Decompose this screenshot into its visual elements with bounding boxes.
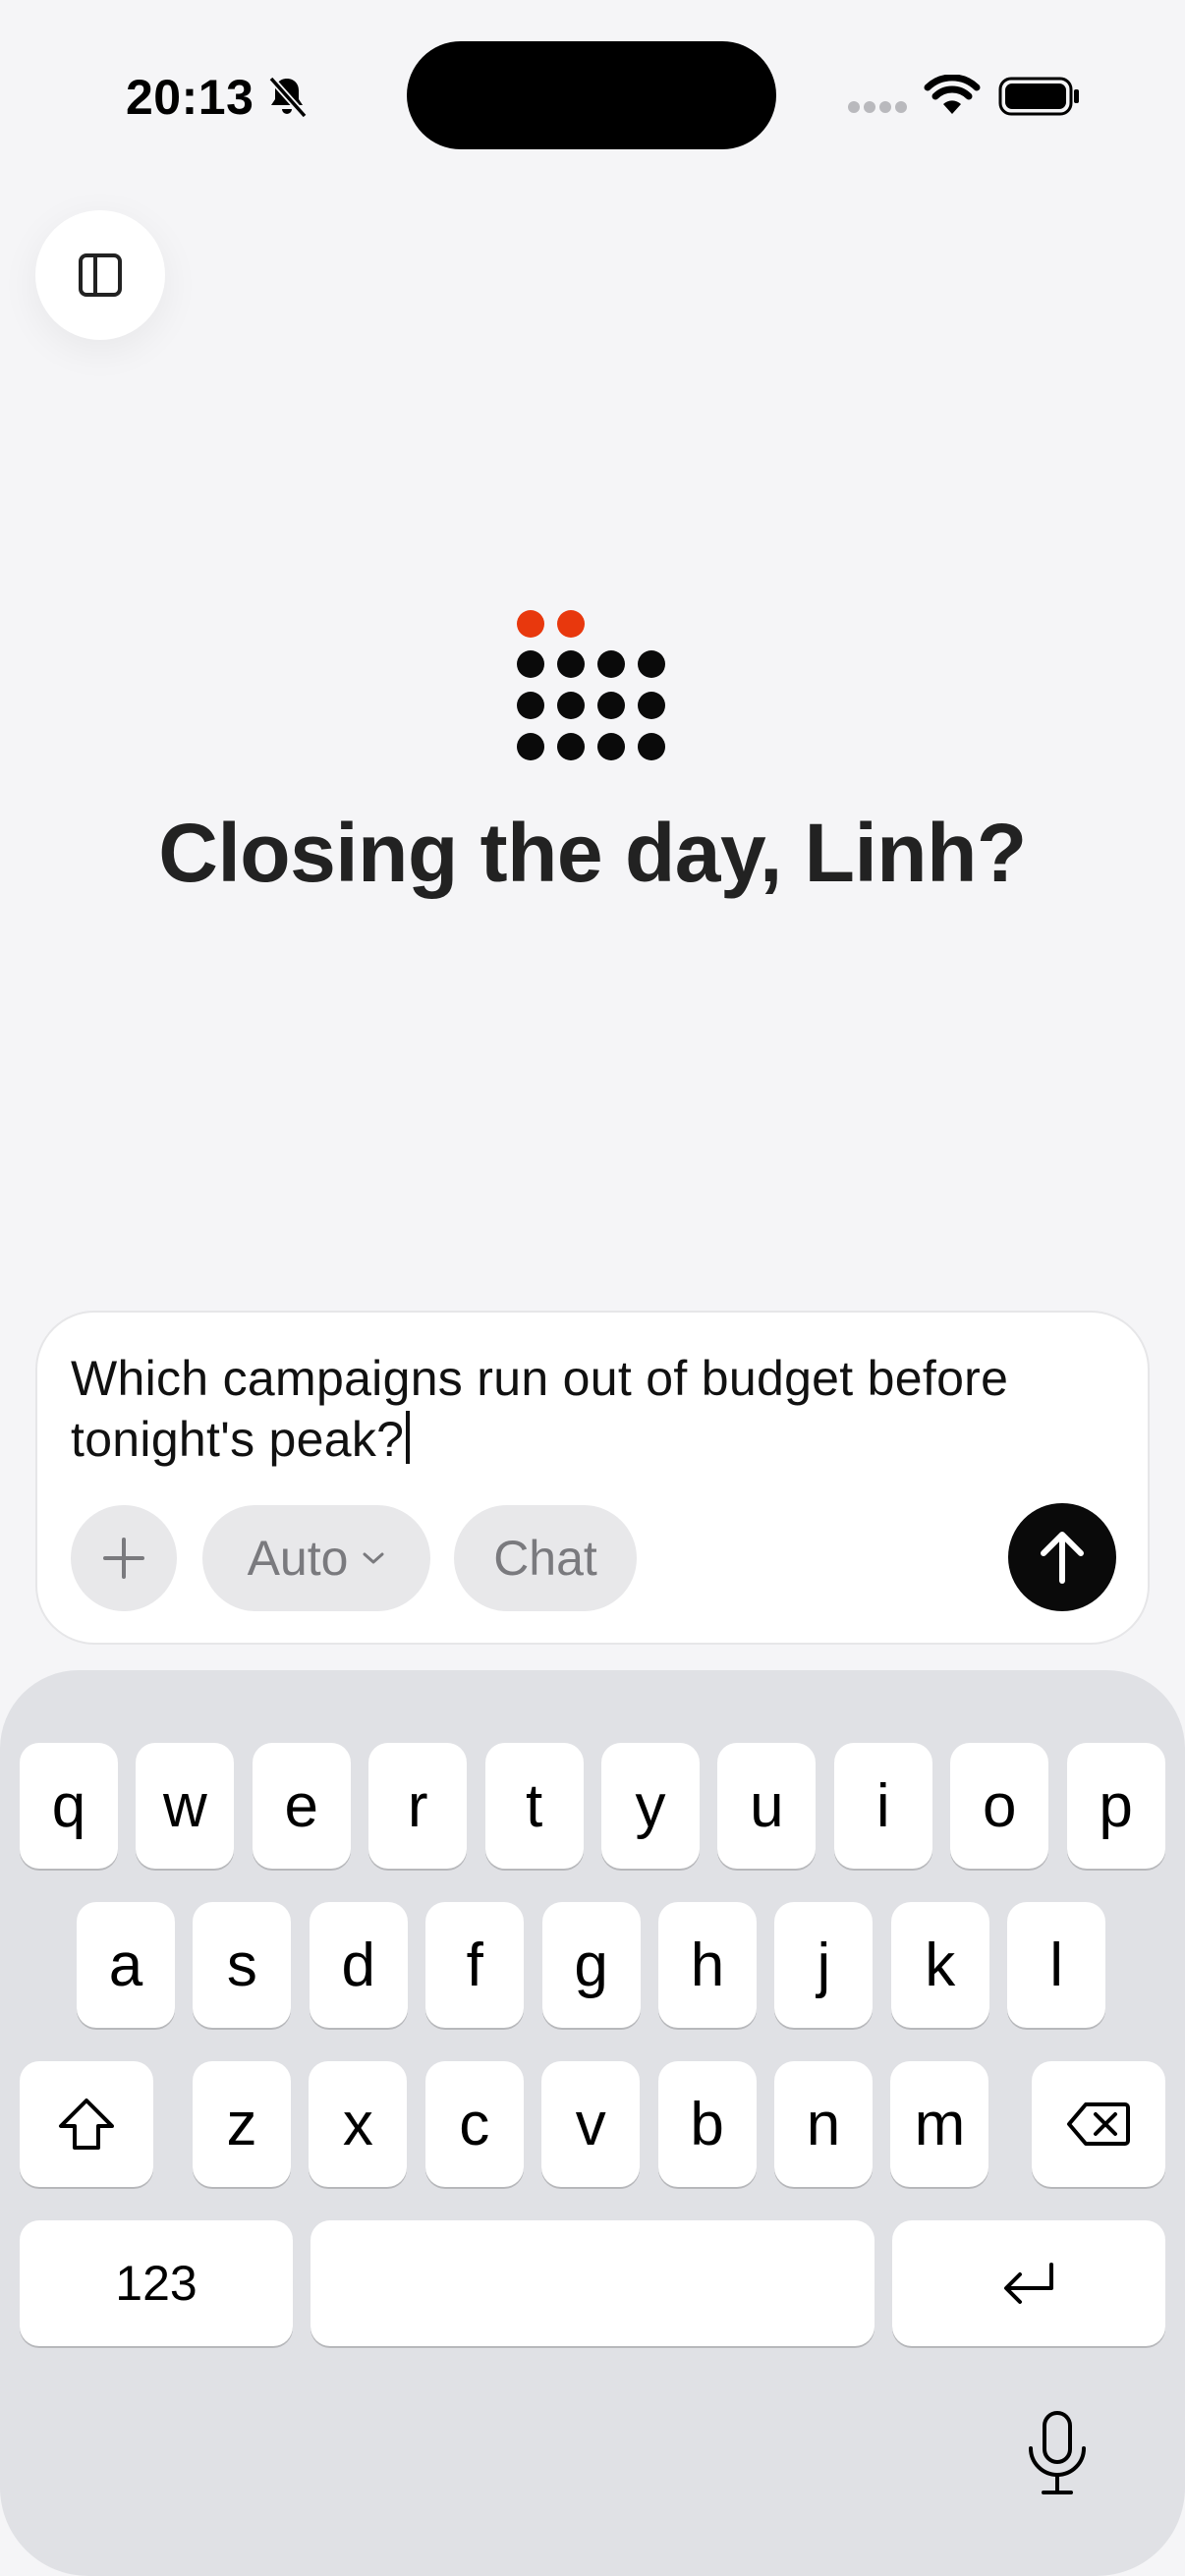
key-label: n [806, 2090, 841, 2158]
space-key[interactable] [310, 2220, 875, 2346]
key-l[interactable]: l [1007, 1902, 1106, 2028]
key-o[interactable]: o [950, 1743, 1049, 1869]
on-screen-keyboard: q w e r t y u i o p a s d f g h j k l z x c v b n m 123 [0, 1670, 1185, 2576]
sidebar-toggle-button[interactable] [35, 210, 165, 340]
greeting-title: Closing the day, Linh? [158, 807, 1027, 899]
arrow-up-icon [1041, 1532, 1084, 1584]
key-label: a [108, 1931, 143, 1999]
key-k[interactable]: k [890, 1902, 989, 2028]
key-x[interactable]: x [309, 2061, 408, 2187]
key-u[interactable]: u [717, 1743, 817, 1869]
bell-slash-icon [268, 76, 308, 119]
message-input-line-1: Which campaigns run out of budget before [71, 1351, 1009, 1406]
key-label: f [466, 1931, 483, 1999]
key-label: q [51, 1771, 86, 1840]
key-label: h [690, 1931, 725, 1999]
key-d[interactable]: d [309, 1902, 408, 2028]
key-label: d [341, 1931, 376, 1999]
key-w[interactable]: w [136, 1743, 235, 1869]
key-t[interactable]: t [484, 1743, 584, 1869]
shift-key[interactable] [20, 2061, 153, 2187]
wifi-icon [924, 75, 981, 114]
key-label: z [226, 2090, 257, 2158]
key-b[interactable]: b [657, 2061, 757, 2187]
key-q[interactable]: q [20, 1743, 118, 1869]
key-label: j [817, 1931, 831, 1999]
key-label: e [284, 1771, 319, 1840]
key-label: i [875, 1771, 890, 1840]
battery-icon [998, 77, 1079, 116]
key-j[interactable]: j [774, 1902, 874, 2028]
plus-icon [103, 1538, 144, 1579]
numbers-key[interactable]: 123 [20, 2220, 293, 2346]
key-label: u [750, 1771, 784, 1840]
key-label: v [575, 2090, 606, 2158]
add-attachment-button[interactable] [71, 1505, 177, 1611]
key-m[interactable]: m [890, 2061, 989, 2187]
delete-key[interactable] [1032, 2061, 1165, 2187]
key-label: t [525, 1771, 543, 1840]
key-label: y [635, 1771, 666, 1840]
key-label: r [407, 1771, 428, 1840]
key-label: w [163, 1771, 207, 1840]
key-p[interactable]: p [1066, 1743, 1165, 1869]
key-e[interactable]: e [252, 1743, 351, 1869]
key-z[interactable]: z [193, 2061, 291, 2187]
shift-icon [59, 2099, 114, 2150]
model-selector-label: Auto [247, 1531, 349, 1586]
return-key[interactable] [892, 2220, 1165, 2346]
key-label: b [690, 2090, 724, 2158]
key-label: m [914, 2090, 966, 2158]
key-label: x [342, 2090, 373, 2158]
key-g[interactable]: g [541, 1902, 641, 2028]
key-c[interactable]: c [424, 2061, 524, 2187]
microphone-icon[interactable] [1022, 2409, 1093, 2497]
return-icon [1004, 2263, 1053, 2304]
key-y[interactable]: y [601, 1743, 700, 1869]
key-i[interactable]: i [833, 1743, 932, 1869]
status-time: 20:13 [126, 70, 254, 125]
key-v[interactable]: v [541, 2061, 641, 2187]
key-label: p [1099, 1771, 1133, 1840]
key-r[interactable]: r [368, 1743, 468, 1869]
key-a[interactable]: a [77, 1902, 175, 2028]
key-h[interactable]: h [658, 1902, 757, 2028]
message-composer[interactable]: Which campaigns run out of budget before… [35, 1311, 1150, 1645]
message-input[interactable]: Which campaigns run out of budget before… [71, 1348, 1122, 1470]
mode-chat-button[interactable]: Chat [454, 1505, 637, 1611]
dynamic-island [407, 41, 776, 149]
signal-icon [848, 101, 907, 113]
key-f[interactable]: f [425, 1902, 525, 2028]
chevron-down-icon [363, 1552, 384, 1564]
key-label: k [925, 1931, 956, 1999]
key-label: g [574, 1931, 608, 1999]
key-n[interactable]: n [774, 2061, 873, 2187]
sidebar-panel-icon [79, 253, 122, 297]
app-logo [517, 610, 665, 760]
key-label: o [982, 1771, 1017, 1840]
key-label: l [1049, 1931, 1064, 1999]
mode-chat-label: Chat [493, 1531, 597, 1586]
key-s[interactable]: s [193, 1902, 292, 2028]
key-label: c [459, 2090, 490, 2158]
message-input-line-2: tonight's peak? [71, 1412, 405, 1467]
screen: 20:13 Closing the day, Linh? Which campa… [0, 0, 1185, 2576]
numbers-key-label: 123 [115, 2256, 198, 2311]
key-label: s [226, 1931, 257, 1999]
text-caret [406, 1411, 411, 1464]
model-selector[interactable]: Auto [202, 1505, 430, 1611]
send-button[interactable] [1008, 1503, 1116, 1611]
delete-icon [1067, 2102, 1130, 2146]
